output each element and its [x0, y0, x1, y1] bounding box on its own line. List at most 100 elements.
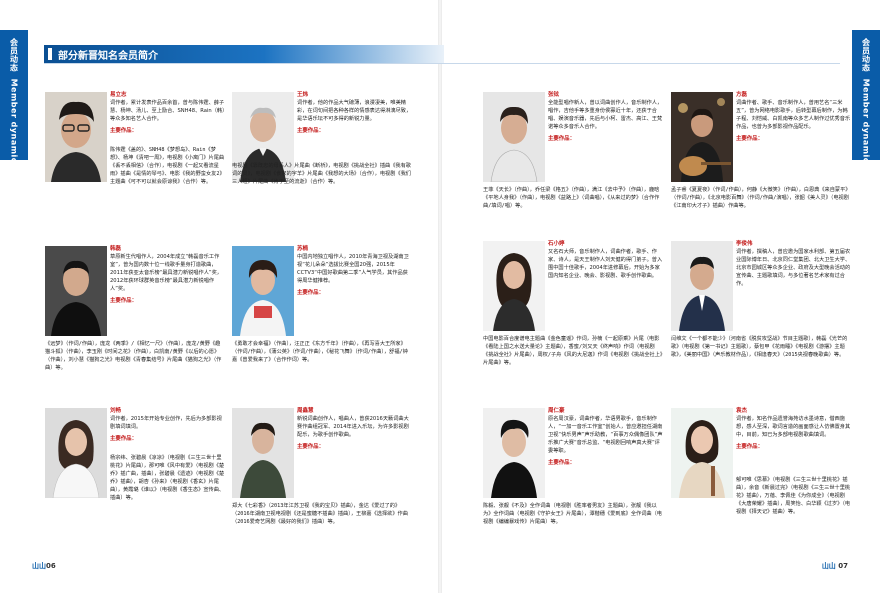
member-name: 石小婷 — [548, 241, 565, 247]
works-heading: 主要作品： — [736, 136, 763, 142]
section-side-tab-right: 会员动态 Member dynamics — [852, 30, 880, 168]
works-heading: 主要作品： — [548, 136, 575, 142]
side-tab-label-left: 会员动态 Member dynamics — [9, 38, 20, 168]
section-header-bar: 部分新晋知名会员简介 — [44, 45, 444, 63]
portrait-image — [232, 246, 294, 336]
member-info: 石小婷 又名石大师，音乐制作人，词曲作者，歌手、作家、诗人，是天王制作人刘天健的… — [548, 241, 663, 280]
member-card: 韩磊 草原新生代唱作人，2004年成立“韩磊音乐工作室”，曾为国内数十位一线歌手… — [45, 246, 225, 406]
member-info: 王炜 词作者，他的作品大气磅薄，浪漫凄美，唯美精彩，在词句间把各种各样的情感表达… — [297, 92, 412, 135]
member-info: 李俊伟 词作者，撰稿人，曾应邀为国家水利部、第五届农业国际博年日、北京同仁堂集团… — [736, 241, 851, 288]
member-photo — [671, 241, 733, 331]
member-photo — [483, 241, 545, 331]
member-info: 袁杰 词作者，知名作品遗誉海苑访水墨诗意，借西施想，感人至深，歌词言造的画面感让… — [736, 408, 851, 451]
member-photo — [45, 92, 107, 182]
member-info: 韩磊 草原新生代唱作人，2004年成立“韩磊音乐工作室”，曾为国内数十位一线歌手… — [110, 246, 225, 305]
portrait-image — [45, 246, 107, 336]
member-bio: 词作者，他的作品大气磅薄，浪漫凄美，唯美精彩，在词句间把各种各样的情感表达得淋漓… — [297, 100, 412, 122]
portrait-image — [45, 92, 107, 182]
member-works: 郁可唯《思慕》（电视剧《三生三世十里桃花》插曲），余音《新晨过完》（电视剧《三生… — [736, 477, 851, 515]
member-photo — [45, 408, 107, 498]
member-name: 李俊伟 — [736, 241, 753, 247]
member-info: 刘畅 词作者，2015年开始专业创作，先后为多部影视剧填词填词。 主要作品： — [110, 408, 225, 443]
member-card: 周仁豪 原名周汉豪，词曲作者，华语男歌手，音乐制作人，“一加一音乐工作室”创始人… — [483, 408, 663, 568]
member-info: 易立志 词作者，累计发表作品百余首，曾与陈伟霆、薛子慧、杨坤、汤儿、至上励合、S… — [110, 92, 225, 135]
member-name: 苏楠 — [297, 246, 309, 252]
member-bio: 全能型唱作新人，曾以词曲创作人，音乐制作人，唱作，吉他手等多重身份侯寡近十年，还… — [548, 100, 663, 130]
works-heading: 主要作品： — [110, 436, 137, 442]
member-bio: 词作者，累计发表作品百余首，曾与陈伟霆、薛子慧、杨坤、汤儿、至上励合、SNH48… — [110, 100, 225, 122]
side-tab-cn: 会员动态 — [861, 38, 871, 72]
member-info: 苏楠 中国内地独立唱作人，2010年青海卫视及湖南卫视“花儿朵朵”选拔比赛全国2… — [297, 246, 412, 297]
member-works: 杨宗纬、张碧晨《凉凉》（电视剧《三生三世十里桃花》片尾曲），那可唯《风中有爱》（… — [110, 455, 225, 501]
works-heading: 主要作品： — [736, 444, 763, 450]
portrait-image — [483, 408, 545, 498]
member-photo — [483, 92, 545, 182]
folio-mark: 山山 — [32, 562, 46, 570]
works-heading: 主要作品： — [297, 444, 324, 450]
member-photo — [483, 408, 545, 498]
portrait-image — [671, 408, 733, 498]
member-info: 张铉 全能型唱作新人，曾以词曲创作人，音乐制作人，唱作，吉他手等多重身份侯寡近十… — [548, 92, 663, 143]
member-bio: 又名石大师，音乐制作人，词曲作者，歌手、作家、诗人，是天王制作人刘天健的得门弟子… — [548, 249, 663, 279]
member-name: 周仁豪 — [548, 408, 565, 414]
member-works: 陈毅、张靓《不及》全作词曲（电视剧《胜率者男友》主题曲），张靓《我以为》全作词曲… — [483, 503, 662, 525]
member-card: 刘畅 词作者，2015年开始专业创作，先后为多部影视剧填词填词。 主要作品： 杨… — [45, 408, 225, 568]
member-photo — [671, 408, 733, 498]
member-name: 刘畅 — [110, 408, 122, 414]
member-works: 王菲《天长》（作曲），乔任梁《格五》（作曲），满江《去中予》（作曲），鹿晗《平地… — [483, 187, 660, 209]
member-bio: 词作者，2015年开始专业创作，先后为多部影视剧填词填词。 — [110, 416, 222, 430]
portrait-image — [671, 92, 733, 182]
side-tab-cn: 会员动态 — [9, 38, 19, 72]
member-info: 周鑫慧 新锐词曲创作人，唱曲人，曾获2016天籁词曲大赛作曲组冠军、2014年进… — [297, 408, 412, 451]
works-heading: 主要作品： — [297, 128, 324, 134]
page-number-right: 山山 07 — [822, 561, 848, 571]
book-gutter — [438, 0, 442, 593]
member-card: 方磊 词曲作者、歌手、音乐制作人，曾用艺名“三米五”，曾为网络电影歌手，后转型幕… — [671, 92, 851, 252]
folio-number: 06 — [46, 562, 56, 570]
portrait-image — [45, 408, 107, 498]
member-info: 周仁豪 原名周汉豪，词曲作者，华语男歌手，音乐制作人，“一加一音乐工作室”创始人… — [548, 408, 663, 467]
member-name: 韩磊 — [110, 246, 122, 252]
member-works: 陈伟霆《盖的》、SNH48《梦想岛》、Rain《梦想》、杨坤《清吧一周》，电视剧… — [110, 147, 225, 185]
member-name: 袁杰 — [736, 408, 748, 414]
portrait-image — [671, 241, 733, 331]
member-bio: 新锐词曲创作人，唱曲人，曾获2016天籁词曲大赛作曲组冠军、2014年进入乐坛，… — [297, 416, 409, 438]
works-heading: 主要作品： — [297, 290, 324, 296]
member-card: 周鑫慧 新锐词曲创作人，唱曲人，曾获2016天籁词曲大赛作曲组冠军、2014年进… — [232, 408, 412, 568]
member-card: 王炜 词作者，他的作品大气磅薄，浪漫凄美，唯美精彩，在词句间把各种各样的情感表达… — [232, 92, 412, 252]
side-tab-en: Member dynamics — [861, 78, 871, 169]
member-name: 周鑫慧 — [297, 408, 314, 414]
member-card: 易立志 词作者，累计发表作品百余首，曾与陈伟霆、薛子慧、杨坤、汤儿、至上励合、S… — [45, 92, 225, 252]
section-title: 部分新晋知名会员简介 — [58, 51, 158, 62]
member-card: 袁杰 词作者，知名作品遗誉海苑访水墨诗意，借西施想，感人至深，歌词言造的画面感让… — [671, 408, 851, 568]
member-photo — [45, 246, 107, 336]
member-bio: 原名周汉豪，词曲作者，华语男歌手，音乐制作人，“一加一音乐工作室”创始人，曾应邀… — [548, 416, 663, 454]
member-works: 《勇敢才会幸福》（作曲），汪正正《东方千年》（作曲），《再写喜大王所家》（作词/… — [232, 341, 408, 363]
member-photo — [232, 408, 294, 498]
folio-mark: 山山 — [821, 562, 836, 570]
member-card: 石小婷 又名石大师，音乐制作人，词曲作者，歌手、作家、诗人，是天王制作人刘天健的… — [483, 241, 663, 401]
member-bio: 词曲作者、歌手、音乐制作人，曾用艺名“三米五”，曾为网络电影歌手，后转型幕后制作… — [736, 100, 851, 130]
portrait-image — [483, 92, 545, 182]
member-name: 方磊 — [736, 92, 748, 98]
member-works: 中国电影百合度谱电主题曲《金色童谣》作词，孙楠《一起原乘》片尾（电影《看陆上国之… — [483, 336, 663, 366]
member-photo — [671, 92, 733, 182]
member-info: 方磊 词曲作者、歌手、音乐制作人，曾用艺名“三米五”，曾为网络电影歌手，后转型幕… — [736, 92, 851, 143]
member-works: 《远梦》（作词/作曲），庞龙《两季》/《相忆一尺》（作曲），庞龙/黄野《趣猫斗狐… — [45, 341, 222, 371]
page-number-left: 山山06 — [32, 561, 56, 571]
member-bio: 草原新生代唱作人，2004年成立“韩磊音乐工作室”，曾为国内数十位一线歌手量身打… — [110, 254, 222, 292]
member-works: 电视剧《靠既忠的母系人》片尾曲《断桥》，电视剧《挑战全社》插曲《我有歌词的灵》，… — [232, 163, 411, 185]
member-works: 孟子睿《夏夏夜》（作词/作曲），何静《大微笑》（作曲），白恩典《来自蒙平》（作词… — [671, 187, 851, 209]
portrait-image — [483, 241, 545, 331]
side-tab-label-right: 会员动态 Member dynamics — [861, 38, 872, 168]
member-bio: 词作者，知名作品遗誉海苑访水墨诗意，借西施想，感人至深，歌词言造的画面感让人仿佛… — [736, 416, 851, 438]
section-side-tab-left: 会员动态 Member dynamics — [0, 30, 28, 168]
member-name: 易立志 — [110, 92, 127, 98]
member-bio: 词作者，撰稿人，曾应邀为国家水利部、第五届农业国际博年日、北京同仁堂集团、北大卫… — [736, 249, 851, 287]
folio-number: 07 — [838, 562, 848, 570]
portrait-image — [232, 408, 294, 498]
member-name: 王炜 — [297, 92, 309, 98]
member-card: 苏楠 中国内地独立唱作人，2010年青海卫视及湖南卫视“花儿朵朵”选拔比赛全国2… — [232, 246, 412, 406]
member-bio: 中国内地独立唱作人，2010年青海卫视及湖南卫视“花儿朵朵”选拔比赛全国20强，… — [297, 254, 409, 284]
header-divider — [44, 63, 840, 64]
